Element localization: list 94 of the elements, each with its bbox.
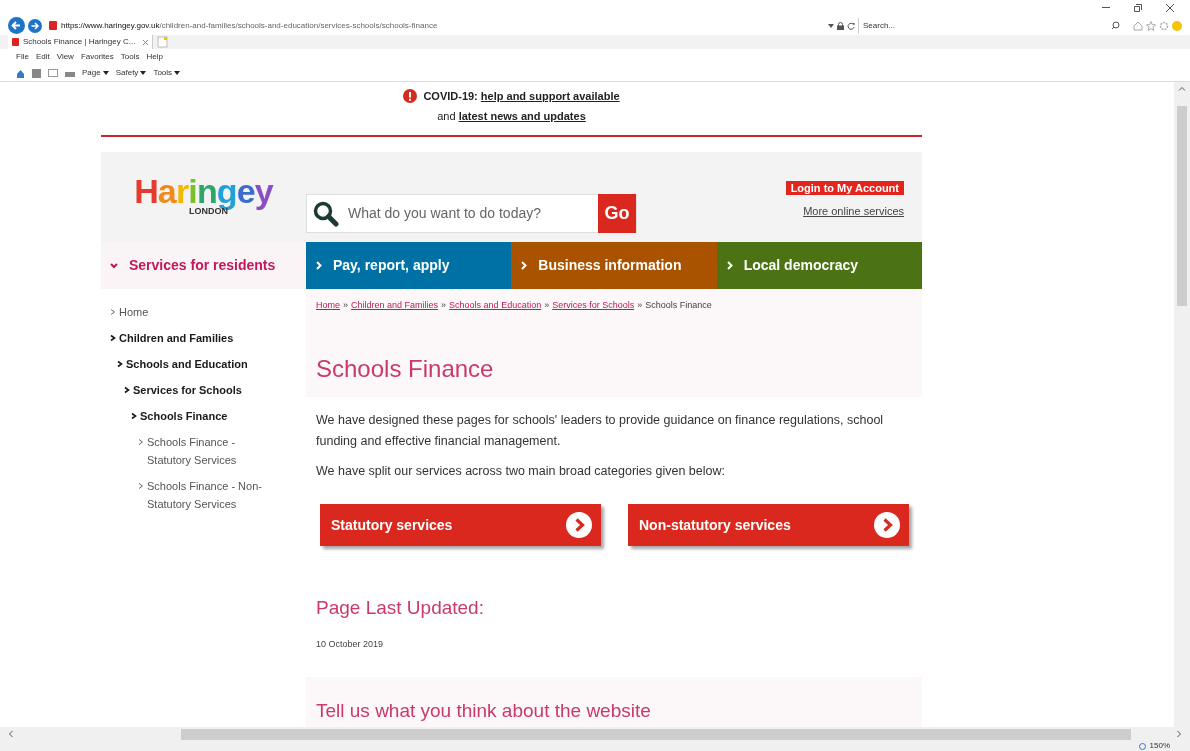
login-link[interactable]: Login to My Account	[785, 181, 904, 195]
sidebar-link[interactable]: Schools Finance - Statutory Services	[110, 433, 270, 469]
nav-tab[interactable]: Business information	[511, 242, 717, 289]
close-icon[interactable]	[1166, 3, 1174, 12]
zoom-icon[interactable]	[1138, 742, 1146, 750]
body-paragraph: We have split our services across two main broad categories given below:	[316, 463, 726, 480]
section-heading: Page Last Updated:	[315, 596, 485, 620]
sidebar-link[interactable]: Home	[110, 303, 306, 321]
site-search-field[interactable]: What do you want to do today? Go	[306, 194, 637, 233]
dropdown-caret-icon[interactable]	[828, 23, 834, 28]
minimize-icon[interactable]	[1102, 6, 1110, 9]
chevron-right-icon	[124, 386, 130, 394]
sidebar-link[interactable]: Children and Families	[110, 329, 306, 347]
residents-menu[interactable]: Services for residents	[101, 242, 306, 289]
restore-icon[interactable]	[1134, 3, 1142, 12]
haringey-logo[interactable]: Haringey LONDON	[101, 152, 306, 242]
scrollbar-thumb[interactable]	[1177, 106, 1187, 306]
chevron-right-icon	[138, 438, 144, 446]
breadcrumb-current: Schools Finance	[645, 300, 712, 310]
chevron-circle-icon	[566, 512, 592, 538]
menu-item[interactable]: Help	[146, 51, 163, 64]
refresh-icon[interactable]	[847, 21, 855, 30]
alert-icon	[403, 89, 418, 104]
breadcrumb-link[interactable]: Children and Families	[351, 300, 439, 310]
updated-date: 10 October 2019	[315, 637, 385, 651]
caret-icon	[140, 71, 147, 76]
scroll-right-icon[interactable]	[1177, 730, 1182, 738]
chevron-right-icon	[110, 308, 116, 316]
breadcrumb-separator: »	[343, 300, 349, 310]
breadcrumb-link[interactable]: Schools and Education	[449, 300, 542, 310]
menu-item[interactable]: Edit	[35, 51, 50, 64]
star-icon[interactable]	[1146, 20, 1156, 31]
new-tab-icon[interactable]	[157, 36, 170, 49]
search-icon	[313, 200, 339, 227]
toolbar-menu[interactable]: Page	[82, 67, 109, 80]
close-tab-icon[interactable]	[143, 39, 149, 45]
section-heading: Tell us what you think about the website	[316, 699, 652, 723]
scrollbar-thumb[interactable]	[181, 728, 1131, 740]
sidebar-link[interactable]: Schools Finance	[110, 407, 306, 425]
chevron-right-icon	[521, 261, 528, 270]
menu-item[interactable]: File	[16, 51, 29, 64]
sidebar-link[interactable]: Schools Finance - Non-Statutory Services	[110, 477, 270, 513]
scroll-left-icon[interactable]	[8, 730, 13, 738]
service-button[interactable]: Non-statutory services	[628, 504, 909, 546]
breadcrumb-link[interactable]: Services for Schools	[552, 300, 635, 310]
covid-notice: and latest news and updates	[437, 108, 586, 124]
site-icon	[49, 21, 57, 31]
horizontal-scrollbar[interactable]	[0, 727, 1190, 741]
nav-tab[interactable]: Local democracy	[716, 242, 922, 289]
breadcrumb-link[interactable]: Home	[316, 300, 340, 310]
home-icon[interactable]	[16, 68, 25, 78]
menu-item[interactable]: Favorites	[80, 51, 114, 64]
body-paragraph: We have designed these pages for schools' leaders to provide guidance on finance regulations, school funding and effective financial management.	[316, 412, 885, 450]
chevron-right-icon	[138, 482, 144, 490]
caret-icon	[102, 71, 109, 76]
chevron-circle-icon	[874, 512, 900, 538]
toolbar-menu[interactable]: Safety	[115, 67, 147, 80]
more-services-link[interactable]: More online services	[803, 203, 904, 220]
page-title: Schools Finance	[316, 353, 495, 384]
toolbar-menu[interactable]: Tools	[153, 67, 181, 80]
address-bar[interactable]: https://www.haringey.gov.uk/children-and-families/schools-and-education/services-schools/schools-finance	[45, 17, 825, 34]
service-button[interactable]: Statutory services	[320, 504, 601, 546]
go-button[interactable]: Go	[598, 194, 636, 233]
chevron-right-icon	[726, 261, 733, 270]
covid-link[interactable]: help and support available	[480, 90, 620, 102]
site-icon	[12, 38, 19, 47]
sidebar-link[interactable]: Services for Schools	[110, 381, 306, 399]
lock-icon	[837, 21, 844, 30]
covid-notice: COVID-19: help and support available	[423, 89, 620, 104]
breadcrumb-separator: »	[544, 300, 550, 310]
scroll-up-icon[interactable]	[1178, 86, 1186, 91]
browser-tab[interactable]: Schools Finance | Haringey C...	[8, 35, 154, 50]
zoom-level[interactable]: 150%	[1149, 740, 1170, 751]
home-icon[interactable]	[1133, 20, 1143, 31]
nav-tab[interactable]: Pay, report, apply	[306, 242, 512, 289]
news-link[interactable]: latest news and updates	[458, 109, 586, 122]
sidebar-link[interactable]: Schools and Education	[110, 355, 306, 373]
chevron-right-icon	[316, 261, 322, 270]
caret-icon	[174, 71, 181, 76]
back-icon[interactable]	[8, 17, 25, 35]
chevron-right-icon	[117, 360, 123, 368]
breadcrumb-separator: »	[637, 300, 643, 310]
breadcrumb-separator: »	[441, 300, 447, 310]
vertical-scrollbar[interactable]	[1174, 82, 1190, 727]
menu-item[interactable]: View	[56, 51, 74, 64]
chevron-right-icon	[110, 334, 116, 342]
search-placeholder: Search...	[863, 19, 895, 32]
forward-icon[interactable]	[28, 18, 42, 33]
url-text: https://www.haringey.gov.uk/children-and-families/schools-and-education/services-schools/schools-finance	[61, 19, 438, 32]
search-field[interactable]: Search...	[858, 17, 1108, 34]
chevron-down-icon	[110, 262, 118, 269]
menu-item[interactable]: Tools	[120, 51, 140, 64]
search-icon[interactable]	[1111, 21, 1120, 31]
chevron-right-icon	[131, 412, 137, 420]
